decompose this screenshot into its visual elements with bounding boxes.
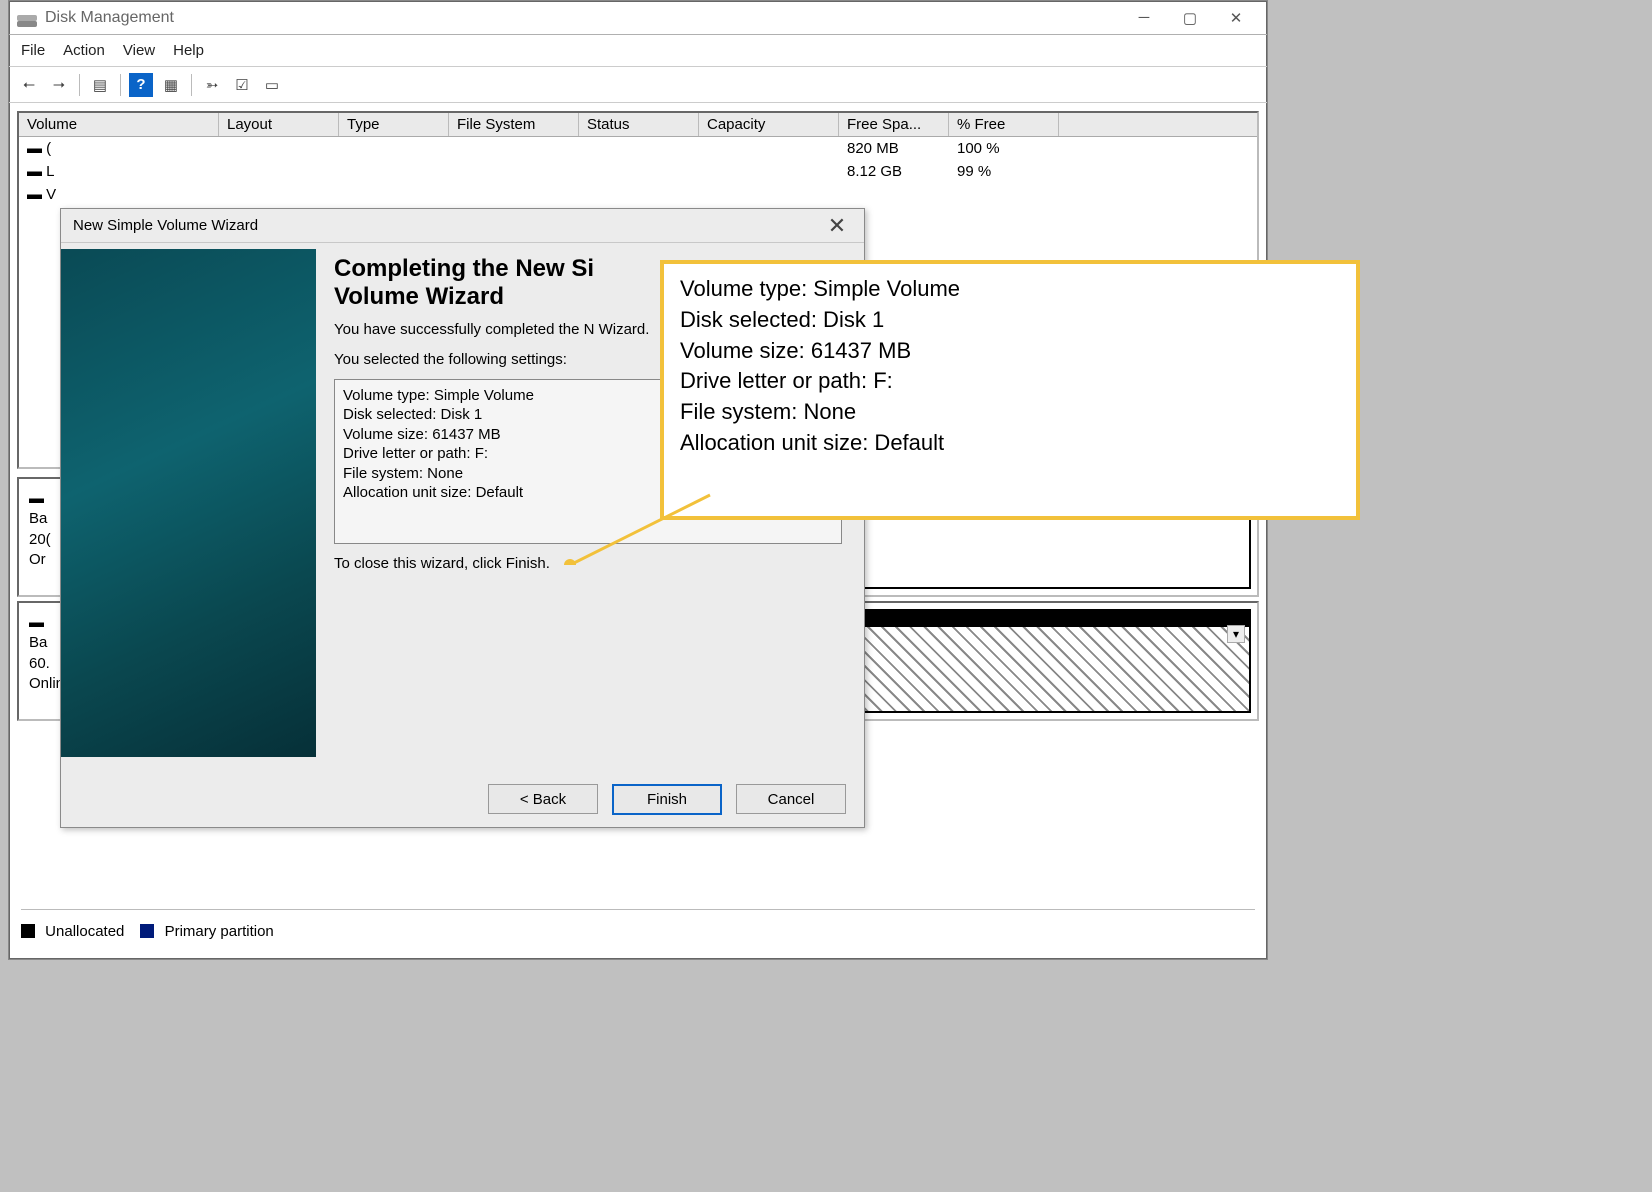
separator [191,74,192,96]
close-button[interactable]: ✕ [1213,3,1259,33]
disk-management-icon [17,9,37,27]
swatch-unallocated-icon [21,924,35,938]
callout-line: Drive letter or path: F: [680,366,1340,397]
cell: 8.12 GB [839,162,949,181]
disk-label: 60. [29,655,50,672]
callout-line: Volume type: Simple Volume [680,274,1340,305]
cell: V [46,186,56,203]
callout-magnifier: Volume type: Simple Volume Disk selected… [660,260,1360,520]
refresh-icon[interactable]: ▦ [159,73,183,97]
properties-icon[interactable]: ▤ [88,73,112,97]
disk-label: Ba [29,510,47,527]
disk-label: 20( [29,531,51,548]
col-status[interactable]: Status [579,113,699,136]
dialog-titlebar: New Simple Volume Wizard ✕ [61,209,864,243]
help-icon[interactable]: ? [129,73,153,97]
cancel-button[interactable]: Cancel [736,784,846,814]
separator [79,74,80,96]
check-icon[interactable]: ☑ [230,73,254,97]
window-title: Disk Management [45,9,1121,27]
table-row[interactable]: ▬ V [19,183,1257,206]
minimize-button[interactable]: ─ [1121,3,1167,33]
menu-file[interactable]: File [21,42,45,59]
col-type[interactable]: Type [339,113,449,136]
toolbar: ⭠ ⭢ ▤ ? ▦ ➳ ☑ ▭ [9,67,1267,103]
callout-line: Allocation unit size: Default [680,428,1340,459]
col-freespace[interactable]: Free Spa... [839,113,949,136]
swatch-primary-icon [140,924,154,938]
back-icon[interactable]: ⭠ [17,73,41,97]
title-bar: Disk Management ─ ▢ ✕ [9,1,1267,35]
wizard-close-text: To close this wizard, click Finish. [334,554,842,574]
col-pctfree[interactable]: % Free [949,113,1059,136]
cell: 820 MB [839,139,949,158]
menu-bar: File Action View Help [9,35,1267,67]
col-capacity[interactable]: Capacity [699,113,839,136]
maximize-button[interactable]: ▢ [1167,3,1213,33]
col-filesystem[interactable]: File System [449,113,579,136]
cell: ( [46,140,51,157]
legend-label: Primary partition [165,923,274,940]
cell: L [46,163,54,180]
menu-help[interactable]: Help [173,42,204,59]
table-header: Volume Layout Type File System Status Ca… [19,113,1257,137]
dialog-close-button[interactable]: ✕ [822,213,852,239]
callout-line: Disk selected: Disk 1 [680,305,1340,336]
legend: Unallocated Primary partition [21,909,1255,945]
table-row[interactable]: ▬ L 8.12 GB 99 % [19,160,1257,183]
callout-line: File system: None [680,397,1340,428]
list-icon[interactable]: ▭ [260,73,284,97]
dialog-title: New Simple Volume Wizard [73,217,822,234]
menu-view[interactable]: View [123,42,155,59]
action-icon[interactable]: ➳ [200,73,224,97]
wizard-buttons: < Back Finish Cancel [488,784,846,815]
callout-line: Volume size: 61437 MB [680,336,1340,367]
back-button[interactable]: < Back [488,784,598,814]
legend-label: Unallocated [45,923,124,940]
wizard-sidebar-graphic [61,249,316,757]
separator [120,74,121,96]
disk-label: Ba [29,634,47,651]
disk-label: Or [29,551,46,568]
table-row[interactable]: ▬ ( 820 MB 100 % [19,137,1257,160]
cell: 100 % [949,139,1059,158]
menu-action[interactable]: Action [63,42,105,59]
col-volume[interactable]: Volume [19,113,219,136]
scroll-down-button[interactable]: ▾ [1227,625,1245,643]
finish-button[interactable]: Finish [612,784,722,815]
col-layout[interactable]: Layout [219,113,339,136]
cell: 99 % [949,162,1059,181]
forward-icon[interactable]: ⭢ [47,73,71,97]
